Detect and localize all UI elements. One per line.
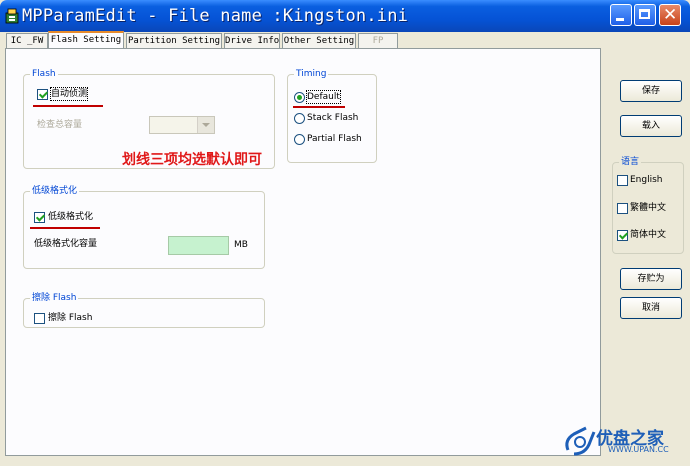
window-title: MPParamEdit - File name :Kingston.ini xyxy=(22,6,409,26)
maximize-button[interactable] xyxy=(634,4,656,26)
erase-group: 擦除 Flash 擦除 Flash xyxy=(23,292,265,328)
erase-flash-label: 擦除 Flash xyxy=(48,313,93,323)
chevron-down-icon[interactable] xyxy=(197,117,214,133)
tab-panel: Flash 自动侦测 检查总容量 Timing Default Stack Fl… xyxy=(5,48,601,456)
app-icon xyxy=(5,8,19,24)
save-as-button[interactable]: 存贮为 xyxy=(620,268,682,290)
close-icon: ✕ xyxy=(663,5,678,25)
tab-ic-fw[interactable]: IC _FW xyxy=(6,33,48,48)
close-button[interactable]: ✕ xyxy=(659,4,681,26)
timing-default-radio[interactable] xyxy=(294,92,305,103)
timing-partial-flash-radio[interactable] xyxy=(294,134,305,145)
low-format-capacity-input[interactable] xyxy=(168,236,229,255)
timing-partial-flash-label: Partial Flash xyxy=(307,134,362,144)
check-capacity-select[interactable] xyxy=(149,116,215,134)
timing-stack-flash-label: Stack Flash xyxy=(307,113,359,123)
minimize-button[interactable] xyxy=(610,4,632,26)
save-button[interactable]: 保存 xyxy=(620,80,682,102)
tab-drive-info[interactable]: Drive Info xyxy=(224,33,280,48)
tab-fp[interactable]: FP xyxy=(358,33,398,48)
tab-partition-setting[interactable]: Partition Setting xyxy=(126,33,222,48)
annotation-underline xyxy=(293,106,345,108)
auto-detect-label: 自动侦测 xyxy=(49,87,89,101)
maximize-icon xyxy=(639,9,650,19)
language-traditional-chinese-checkbox[interactable] xyxy=(617,203,628,214)
check-capacity-label: 检查总容量 xyxy=(37,120,83,130)
timing-default-label: Default xyxy=(306,90,341,104)
watermark-logo-icon xyxy=(565,426,596,456)
title-bar[interactable]: MPParamEdit - File name :Kingston.ini ✕ xyxy=(0,0,690,32)
minimize-icon xyxy=(616,18,624,21)
language-group-title: 语言 xyxy=(619,156,642,168)
annotation-text: 划线三项均选默认即可 xyxy=(122,152,262,168)
watermark-url: WWW.UPAN.CC xyxy=(608,445,669,454)
low-format-group: 低级格式化 低级格式化 低级格式化容量 MB xyxy=(23,185,265,269)
app-window: MPParamEdit - File name :Kingston.ini ✕ … xyxy=(0,0,690,466)
language-simplified-chinese-checkbox[interactable] xyxy=(617,230,628,241)
tab-other-setting[interactable]: Other Setting xyxy=(282,33,356,48)
tab-flash-setting[interactable]: Flash Setting xyxy=(48,31,124,49)
capacity-unit-label: MB xyxy=(234,240,248,250)
annotation-underline xyxy=(33,105,103,107)
timing-stack-flash-radio[interactable] xyxy=(294,113,305,124)
language-group: 语言 English 繁體中文 简体中文 xyxy=(612,156,684,254)
timing-group-title: Timing xyxy=(294,68,329,80)
load-button[interactable]: 载入 xyxy=(620,115,682,137)
cancel-button[interactable]: 取消 xyxy=(620,297,682,319)
low-format-capacity-label: 低级格式化容量 xyxy=(34,239,98,249)
erase-flash-checkbox[interactable] xyxy=(34,313,45,324)
language-traditional-chinese-label: 繁體中文 xyxy=(630,203,667,213)
flash-group-title: Flash xyxy=(30,68,58,80)
language-simplified-chinese-label: 简体中文 xyxy=(630,230,667,240)
language-english-label: English xyxy=(630,175,663,185)
low-format-checkbox[interactable] xyxy=(34,212,45,223)
annotation-underline xyxy=(30,227,100,229)
language-english-checkbox[interactable] xyxy=(617,175,628,186)
low-format-label: 低级格式化 xyxy=(48,212,94,222)
low-format-group-title: 低级格式化 xyxy=(30,185,80,197)
auto-detect-checkbox[interactable] xyxy=(37,89,48,100)
timing-group: Timing Default Stack Flash Partial Flash xyxy=(287,68,377,163)
erase-group-title: 擦除 Flash xyxy=(30,292,79,304)
